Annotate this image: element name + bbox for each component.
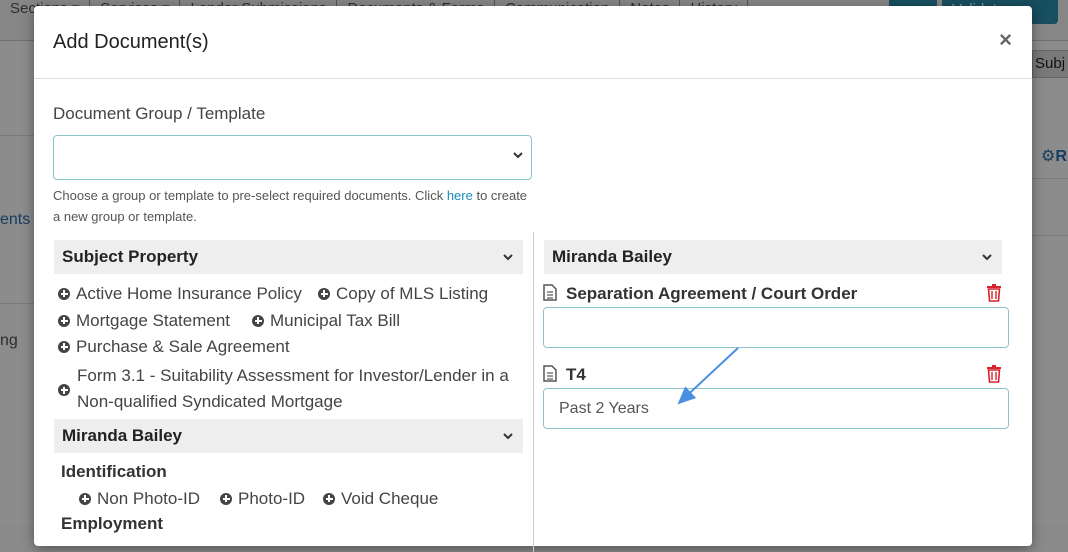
plus-circle-icon [252, 314, 264, 327]
trash-icon[interactable] [986, 284, 1002, 302]
document-group-label: Document Group / Template [53, 104, 266, 123]
help-text: Choose a group or template to pre-select… [53, 185, 533, 227]
subject-property-header[interactable]: Subject Property [54, 240, 523, 274]
document-icon [543, 284, 557, 301]
modal-header: Add Document(s) × [34, 6, 1032, 79]
chevron-down-icon [982, 254, 992, 261]
plus-circle-icon [318, 287, 330, 300]
doc-label: Form 3.1 - Suitability Assessment for In… [58, 363, 509, 415]
identification-heading: Identification [61, 462, 167, 481]
doc-label: Purchase & Sale Agreement [76, 337, 290, 356]
add-doc-municipal-tax-bill[interactable]: Municipal Tax Bill [252, 311, 400, 331]
add-doc-non-photo-id[interactable]: Non Photo-ID [79, 489, 200, 509]
add-doc-active-home-insurance[interactable]: Active Home Insurance Policy [58, 284, 302, 304]
plus-circle-icon [323, 492, 335, 505]
required-doc-name: Separation Agreement / Court Order [566, 284, 858, 303]
modal-title: Add Document(s) [53, 31, 209, 53]
document-group-select[interactable] [53, 135, 532, 180]
column-divider [533, 232, 534, 552]
doc-label-line-1: Form 3.1 - Suitability Assessment for In… [77, 366, 509, 385]
help-text-before: Choose a group or template to pre-select… [53, 188, 447, 203]
plus-circle-icon [220, 492, 232, 505]
doc-label: Void Cheque [341, 489, 439, 508]
add-document-modal: Add Document(s) × Document Group / Templ… [34, 6, 1032, 552]
person-section-title: Miranda Bailey [62, 426, 182, 445]
selected-person-title: Miranda Bailey [552, 247, 672, 266]
required-doc-name: T4 [566, 365, 586, 384]
add-doc-void-cheque[interactable]: Void Cheque [323, 489, 438, 509]
add-doc-photo-id[interactable]: Photo-ID [220, 489, 305, 509]
trash-icon[interactable] [986, 365, 1002, 383]
doc-label: Mortgage Statement [76, 311, 231, 330]
doc-note-input[interactable] [543, 388, 1009, 429]
close-button[interactable]: × [999, 29, 1012, 51]
create-group-link[interactable]: here [447, 188, 473, 203]
plus-circle-icon [58, 287, 70, 300]
chevron-down-icon [503, 254, 513, 261]
plus-circle-icon [58, 384, 70, 396]
subject-property-title: Subject Property [62, 247, 199, 266]
plus-circle-icon [58, 340, 70, 353]
document-icon [543, 365, 557, 382]
add-doc-form-3-1[interactable]: Form 3.1 - Suitability Assessment for In… [58, 363, 509, 415]
add-doc-mls-listing[interactable]: Copy of MLS Listing [318, 284, 488, 304]
doc-label: Municipal Tax Bill [270, 311, 401, 330]
plus-circle-icon [58, 314, 70, 327]
doc-note-input[interactable] [543, 307, 1009, 348]
doc-label: Non Photo-ID [97, 489, 200, 508]
add-doc-mortgage-statement[interactable]: Mortgage Statement [58, 311, 230, 331]
doc-label: Active Home Insurance Policy [76, 284, 302, 303]
doc-label-line-2: Non-qualified Syndicated Mortgage [77, 392, 343, 411]
person-section-header[interactable]: Miranda Bailey [54, 419, 523, 453]
employment-heading: Employment [61, 514, 164, 533]
plus-circle-icon [79, 492, 91, 505]
chevron-down-icon [513, 152, 523, 159]
doc-label: Copy of MLS Listing [336, 284, 489, 303]
chevron-down-icon [503, 433, 513, 440]
doc-label: Photo-ID [238, 489, 306, 508]
selected-person-header[interactable]: Miranda Bailey [544, 240, 1002, 274]
add-doc-purchase-sale[interactable]: Purchase & Sale Agreement [58, 337, 290, 357]
